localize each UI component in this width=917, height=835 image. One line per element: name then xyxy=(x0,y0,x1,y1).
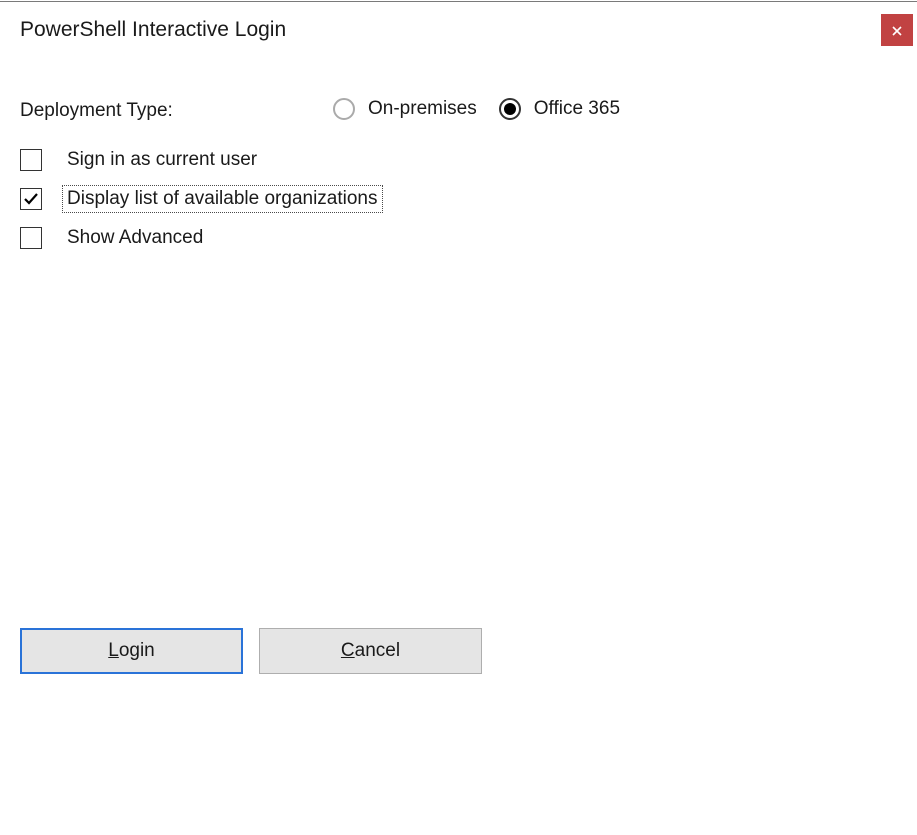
dialog-button-row: Login Cancel xyxy=(20,628,482,674)
radio-office-365[interactable]: Office 365 xyxy=(499,98,620,120)
checkbox-sign-in-current-user[interactable]: Sign in as current user xyxy=(20,147,382,173)
button-label: Login xyxy=(108,640,155,662)
close-button[interactable] xyxy=(881,14,913,46)
cancel-button[interactable]: Cancel xyxy=(259,628,482,674)
checkbox-icon xyxy=(20,188,42,210)
checkbox-label: Display list of available organizations xyxy=(62,185,383,213)
checkbox-icon xyxy=(20,227,42,249)
deployment-radio-group: On-premises Office 365 xyxy=(333,98,620,120)
radio-selected-dot xyxy=(504,103,516,115)
checkbox-icon xyxy=(20,149,42,171)
top-rule xyxy=(0,1,917,2)
checkbox-show-advanced[interactable]: Show Advanced xyxy=(20,225,382,251)
checkbox-display-organizations[interactable]: Display list of available organizations xyxy=(20,185,382,213)
dialog-title: PowerShell Interactive Login xyxy=(20,18,286,42)
close-icon xyxy=(892,20,902,41)
radio-label-on-premises: On-premises xyxy=(368,98,477,120)
button-label: Cancel xyxy=(341,640,400,662)
radio-on-premises[interactable]: On-premises xyxy=(333,98,477,120)
radio-icon xyxy=(499,98,521,120)
login-button[interactable]: Login xyxy=(20,628,243,674)
checkbox-label: Show Advanced xyxy=(63,225,207,251)
options-checkbox-list: Sign in as current user Display list of … xyxy=(20,147,382,263)
radio-label-office-365: Office 365 xyxy=(534,98,620,120)
radio-icon xyxy=(333,98,355,120)
checkbox-label: Sign in as current user xyxy=(63,147,261,173)
deployment-type-label: Deployment Type: xyxy=(20,100,173,122)
